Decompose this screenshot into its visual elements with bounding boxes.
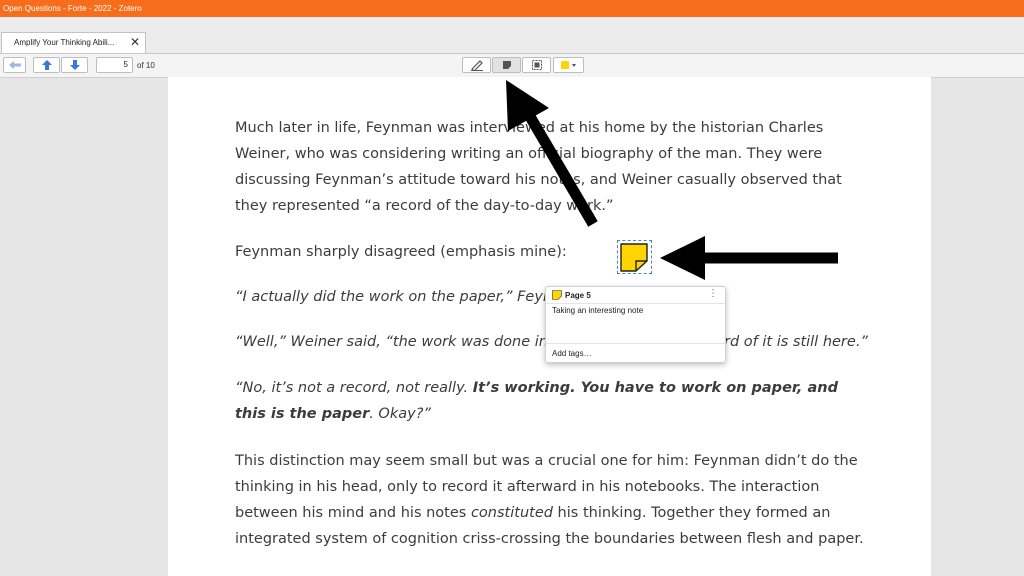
arrow-left-icon <box>660 236 838 280</box>
arrow-up-left-icon <box>506 80 598 227</box>
callout-arrows <box>506 80 838 280</box>
